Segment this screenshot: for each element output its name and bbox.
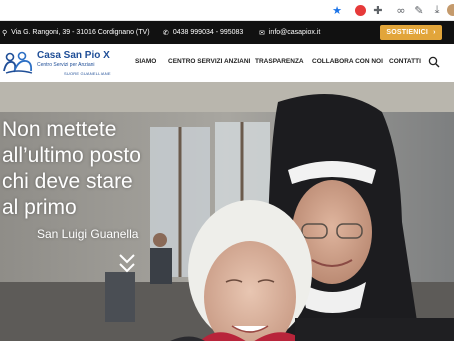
email-text[interactable]: info@casapiox.it: [269, 29, 320, 36]
hero-quote-author: San Luigi Guanella: [37, 227, 139, 241]
download-icon[interactable]: ⤓: [430, 3, 444, 17]
browser-toolbar: ★ ✚ ∞ ✎ ⤓: [0, 0, 454, 21]
nav-item-siamo[interactable]: SIAMO: [135, 58, 156, 65]
extension-red-icon[interactable]: [353, 3, 367, 17]
nav-item-trasparenza[interactable]: TRASPARENZA: [255, 58, 304, 65]
location-pin-icon: ⚲: [2, 28, 8, 37]
main-navigation: Casa San Pio X Centro Servizi per Anzian…: [0, 44, 454, 82]
support-button[interactable]: SOSTIENICI ›: [380, 25, 442, 40]
address-item: ⚲ Via G. Rangoni, 39 - 31016 Cordignano …: [2, 21, 150, 44]
avatar-icon[interactable]: [446, 3, 454, 17]
logo-name: Casa San Pio X: [37, 50, 110, 61]
phone-icon: ✆: [163, 28, 169, 37]
nav-item-centro-servizi-anziani[interactable]: CENTRO SERVIZI ANZIANI: [168, 58, 250, 65]
nav-item-contatti[interactable]: CONTATTI: [389, 58, 421, 65]
site-logo[interactable]: Casa San Pio X Centro Servizi per Anzian…: [2, 49, 120, 79]
mail-icon: ✉: [259, 28, 265, 37]
hero-quote: Non mettete all’ultimo posto chi deve st…: [2, 117, 202, 221]
nav-item-collabora-con-noi[interactable]: COLLABORA CON NOI: [312, 58, 383, 65]
star-icon[interactable]: ★: [330, 3, 344, 17]
email-item[interactable]: ✉ info@casapiox.it: [259, 21, 320, 44]
address-text: Via G. Rangoni, 39 - 31016 Cordignano (T…: [11, 29, 150, 36]
chevron-right-icon: ›: [433, 29, 436, 36]
hero-quote-line: chi deve stare: [2, 170, 133, 193]
edit-icon[interactable]: ✎: [412, 3, 426, 17]
hero-quote-line: Non mettete: [2, 118, 117, 141]
link-icon[interactable]: ∞: [394, 3, 408, 17]
logo-subtitle: Centro Servizi per Anziani: [37, 62, 95, 68]
phone-item[interactable]: ✆ 0438 999034 - 995083: [163, 21, 243, 44]
hero-banner: Non mettete all’ultimo posto chi deve st…: [0, 82, 454, 341]
contact-bar: ⚲ Via G. Rangoni, 39 - 31016 Cordignano …: [0, 21, 454, 44]
logo-people-icon: [3, 51, 33, 74]
search-icon[interactable]: [428, 56, 440, 68]
puzzle-icon[interactable]: ✚: [371, 3, 385, 17]
phone-text[interactable]: 0438 999034 - 995083: [173, 29, 243, 36]
support-label: SOSTIENICI: [386, 29, 429, 36]
hero-quote-line: al primo: [2, 196, 77, 219]
logo-tagline: SUORE GUANELLIANE: [64, 71, 111, 76]
double-chevron-down-icon[interactable]: [118, 252, 136, 274]
hero-quote-line: all’ultimo posto: [2, 144, 141, 167]
